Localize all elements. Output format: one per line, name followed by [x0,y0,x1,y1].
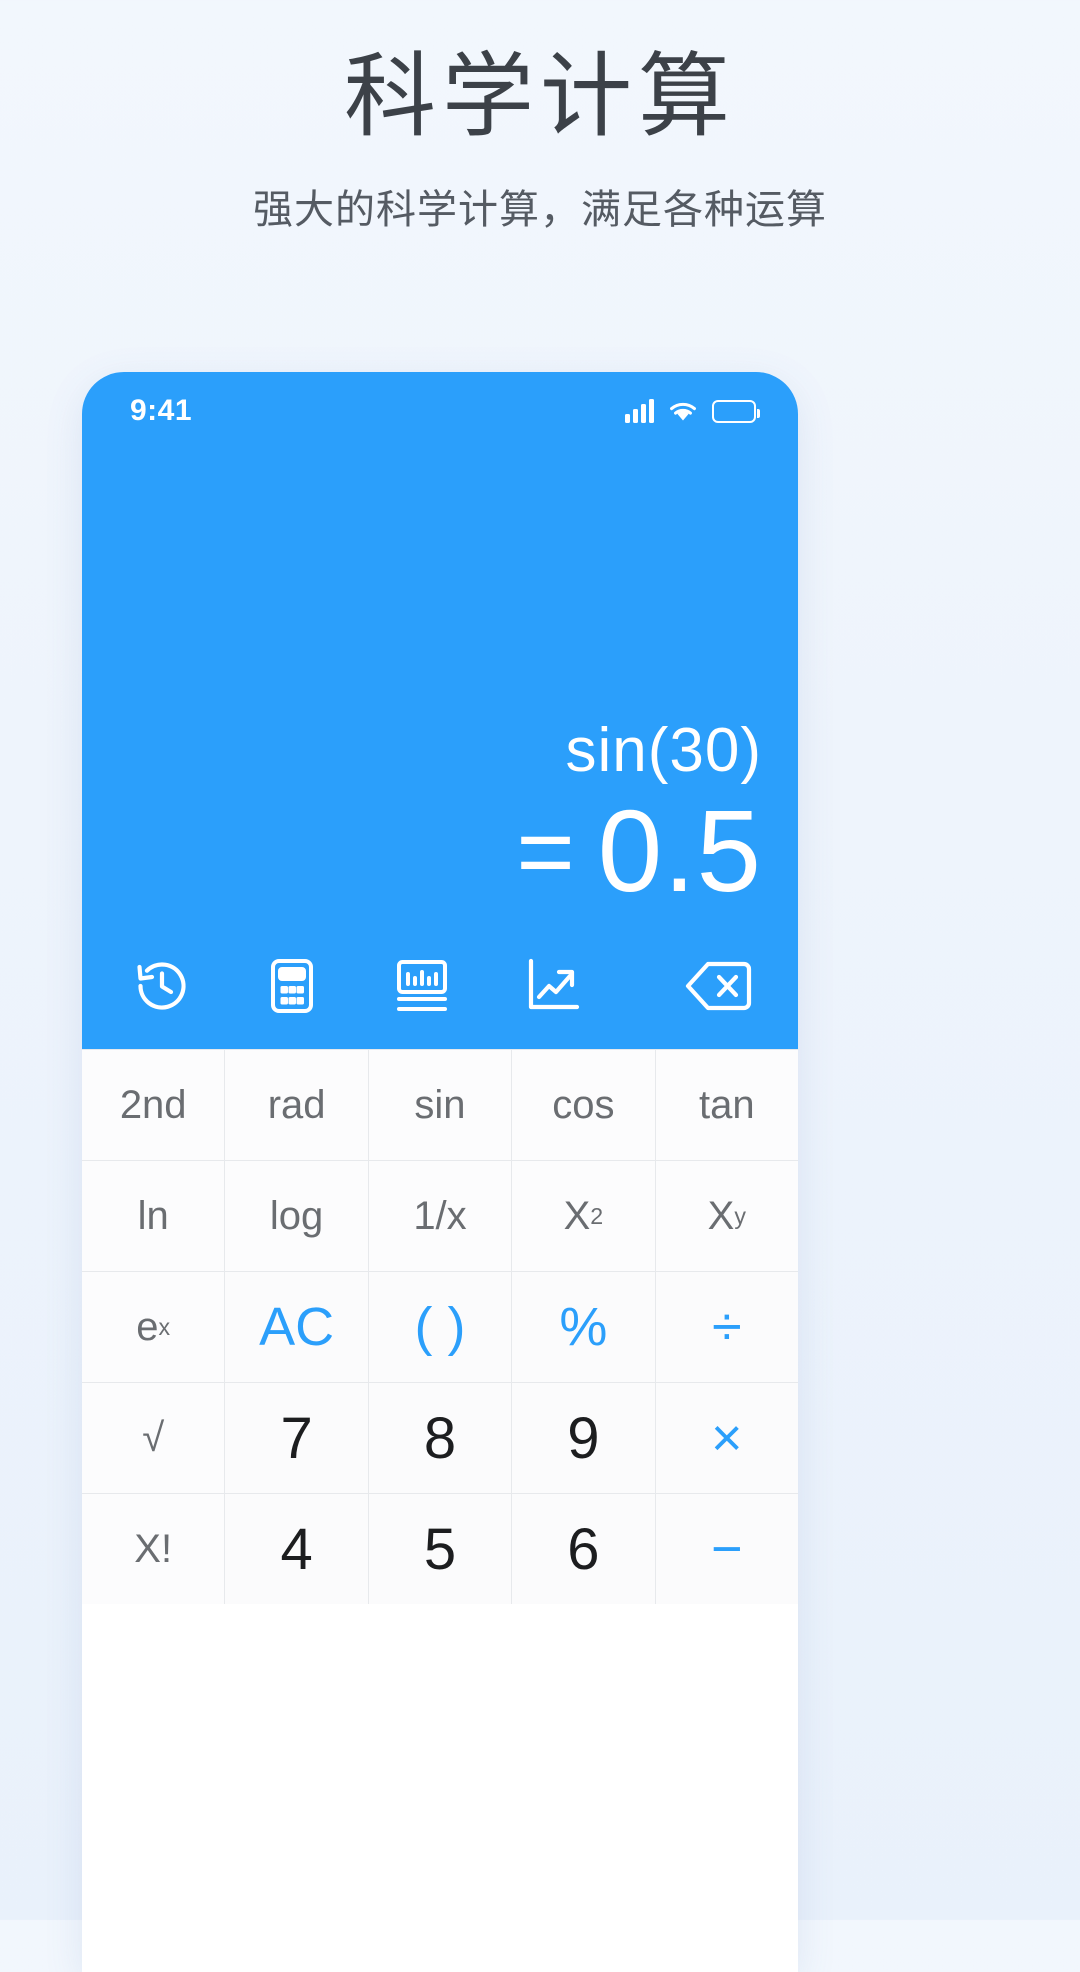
page-title: 科学计算 [343,46,736,148]
key-label: sin [414,1082,466,1127]
history-button[interactable] [126,950,198,1022]
key-divide[interactable]: ÷ [655,1272,798,1382]
result-value: 0.5 [597,786,762,917]
key-x-squared[interactable]: X2 [512,1161,655,1271]
key-label: − [711,1519,743,1579]
key-label: e [136,1304,159,1349]
key-4[interactable]: 4 [225,1494,368,1604]
key-label: √ [142,1415,165,1460]
key-6[interactable]: 6 [512,1494,655,1604]
key-rad[interactable]: rad [225,1050,368,1160]
key-percent[interactable]: % [512,1272,655,1382]
key-label: 2nd [119,1082,187,1127]
calculator-keypad: 2nd rad sin cos tan ln log 1/x X2 Xy ex … [82,1049,798,1604]
key-label: ÷ [711,1297,742,1357]
battery-full-icon [712,399,760,423]
key-label: 6 [567,1516,600,1582]
key-label: 1/x [413,1193,467,1238]
key-label: log [269,1193,324,1238]
status-time: 9:41 [130,394,193,427]
key-label: ln [137,1193,169,1238]
toolbar-icon-group [126,950,682,1022]
promo-header: 科学计算 强大的科学计算，满足各种运算 [0,0,1080,235]
history-icon [132,956,192,1016]
phone-mockup: 9:41 sin(30) = 0.5 2nd rad sin cos tan l… [82,372,798,1972]
wifi-icon [668,400,698,423]
key-e-power-x[interactable]: ex [82,1272,225,1382]
key-label: rad [267,1082,326,1127]
unit-converter-icon [391,957,453,1015]
key-label: × [711,1408,743,1468]
key-log[interactable]: log [225,1161,368,1271]
key-label: 8 [423,1405,457,1471]
key-tan[interactable]: tan [655,1050,798,1160]
key-reciprocal[interactable]: 1/x [368,1161,512,1271]
calculator-icon [263,957,321,1015]
key-x-power-y[interactable]: Xy [655,1161,798,1271]
key-label: AC [259,1297,335,1357]
key-multiply[interactable]: × [655,1383,798,1493]
key-label: ( ) [414,1297,466,1357]
chart-trend-icon [522,957,582,1015]
display-toolbar [82,931,798,1049]
key-label: % [559,1297,608,1357]
key-label: 7 [280,1405,313,1471]
key-label: tan [698,1082,755,1127]
calculator-display: 9:41 sin(30) = 0.5 [82,372,798,1049]
calculator-button[interactable] [256,950,328,1022]
key-7[interactable]: 7 [225,1383,368,1493]
key-parentheses[interactable]: ( ) [368,1272,512,1382]
key-2nd[interactable]: 2nd [82,1050,225,1160]
result-line: = 0.5 [516,786,762,917]
key-label: 4 [280,1516,313,1582]
cellular-signal-icon [625,399,654,423]
key-label: 9 [567,1405,600,1471]
key-9[interactable]: 9 [512,1383,655,1493]
trend-chart-button[interactable] [516,950,588,1022]
key-label: X [707,1193,735,1238]
key-square-root[interactable]: √ [82,1383,225,1493]
key-label: 5 [423,1516,457,1582]
key-8[interactable]: 8 [368,1383,512,1493]
key-label: cos [552,1082,615,1127]
backspace-button[interactable] [682,950,754,1022]
backspace-icon [684,959,752,1013]
key-sin[interactable]: sin [368,1050,512,1160]
equals-sign: = [516,795,576,908]
key-label: X! [134,1526,173,1571]
status-bar: 9:41 [82,372,798,444]
key-factorial[interactable]: X! [82,1494,225,1604]
key-all-clear[interactable]: AC [225,1272,368,1382]
status-icons [625,399,760,423]
key-5[interactable]: 5 [368,1494,512,1604]
unit-converter-button[interactable] [386,950,458,1022]
expression-text: sin(30) [565,716,762,786]
calculation-readout: sin(30) = 0.5 [82,444,798,931]
page-subtitle: 强大的科学计算，满足各种运算 [253,188,827,233]
key-minus[interactable]: − [655,1494,798,1604]
key-cos[interactable]: cos [512,1050,655,1160]
key-label: X [563,1193,591,1238]
key-ln[interactable]: ln [82,1161,225,1271]
